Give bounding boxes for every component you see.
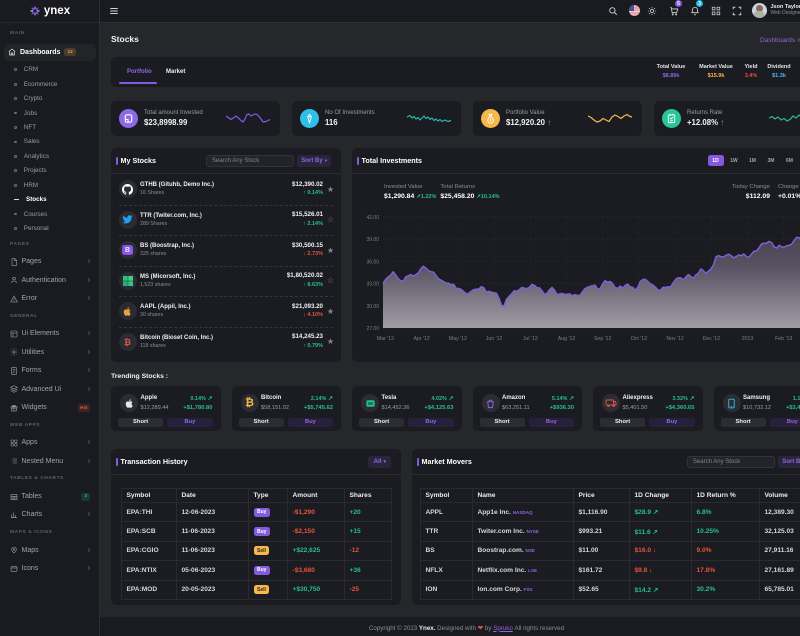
svg-text:Jun '12: Jun '12	[486, 336, 503, 342]
svg-text:Sep '12: Sep '12	[594, 336, 612, 342]
svg-text:36.00: 36.00	[366, 259, 379, 265]
svg-text:Mar '12: Mar '12	[377, 336, 394, 342]
svg-text:30.00: 30.00	[366, 304, 379, 310]
svg-text:2013: 2013	[742, 336, 754, 342]
svg-text:Apr '12: Apr '12	[414, 336, 430, 342]
svg-text:33.00: 33.00	[366, 282, 379, 288]
svg-text:Nov '12: Nov '12	[666, 336, 684, 342]
svg-text:Dec '12: Dec '12	[703, 336, 721, 342]
svg-text:42.00: 42.00	[366, 215, 379, 221]
svg-text:Aug '12: Aug '12	[558, 336, 576, 342]
svg-text:Feb '13: Feb '13	[775, 336, 792, 342]
svg-text:39.00: 39.00	[366, 237, 379, 243]
svg-text:Oct '12: Oct '12	[631, 336, 647, 342]
svg-text:27.00: 27.00	[366, 326, 379, 332]
svg-text:Jul '12: Jul '12	[523, 336, 538, 342]
svg-text:May '12: May '12	[449, 336, 467, 342]
